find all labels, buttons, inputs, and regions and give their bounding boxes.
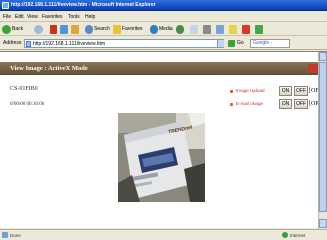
page-icon — [26, 41, 31, 47]
page-title: View Image : ActiveX Mode — [10, 65, 88, 72]
home-icon[interactable] — [71, 25, 79, 34]
search-icon[interactable] — [85, 25, 93, 34]
menu-bar: File Edit View Favorites Tools Help — [0, 12, 327, 22]
mail-icon[interactable] — [190, 25, 198, 34]
go-arrow-icon[interactable] — [228, 40, 235, 47]
menu-tools[interactable]: Tools — [68, 13, 80, 21]
refresh-icon[interactable] — [60, 25, 68, 34]
window-title: http://192.168.1.111/liveview.htm - Micr… — [11, 2, 156, 8]
address-label: Address — [3, 40, 22, 46]
status-bar: Done Internet — [0, 229, 327, 240]
search-label[interactable]: Search — [94, 26, 110, 33]
tool-icon[interactable] — [255, 25, 263, 34]
image-upload-off-button[interactable]: OFF — [294, 86, 308, 96]
live-video-view[interactable]: TRENDnet — [118, 113, 205, 202]
history-icon[interactable] — [176, 25, 184, 34]
media-label[interactable]: Media — [159, 26, 173, 33]
status-text: Done — [10, 233, 21, 238]
print-icon[interactable] — [203, 25, 211, 34]
view-image-header: View Image : ActiveX Mode — [0, 62, 318, 75]
address-dropdown-icon[interactable] — [217, 40, 224, 47]
address-input[interactable]: http://192.168.1.111/liveview.htm — [24, 39, 224, 48]
bullet-icon — [230, 103, 233, 106]
scroll-up-icon[interactable] — [319, 52, 327, 61]
address-bar: Address http://192.168.1.111/liveview.ht… — [0, 37, 327, 50]
back-arrow-icon[interactable] — [2, 25, 11, 34]
address-url[interactable]: http://192.168.1.111/liveview.htm — [33, 40, 105, 48]
toolbar: Back Search Favorites Media — [0, 23, 327, 36]
back-label[interactable]: Back — [12, 26, 23, 33]
image-upload-on-button[interactable]: ON — [279, 86, 292, 96]
vertical-scrollbar[interactable] — [318, 52, 327, 229]
ie-icon — [2, 2, 9, 9]
header-logo-icon — [308, 64, 318, 73]
status-zone: Internet — [290, 233, 306, 238]
scroll-down-icon[interactable] — [319, 219, 327, 228]
stop-icon[interactable] — [50, 25, 57, 34]
forward-arrow-icon[interactable] — [34, 25, 43, 34]
menu-file[interactable]: File — [3, 13, 11, 21]
bullet-icon — [230, 90, 233, 93]
page-content: View Image : ActiveX Mode CS-01FIB0 0/00… — [0, 51, 327, 229]
menu-help[interactable]: Help — [85, 13, 95, 21]
favorites-star-icon[interactable] — [113, 25, 121, 34]
camera-name: CS-01FIB0 — [10, 86, 38, 92]
folder-icon[interactable] — [229, 25, 237, 34]
internet-zone-icon — [282, 232, 288, 238]
menu-edit[interactable]: Edit — [15, 13, 24, 21]
favorites-label[interactable]: Favorites — [122, 26, 143, 33]
google-toolbar[interactable]: Google - — [250, 39, 290, 48]
menu-favorites[interactable]: Favorites — [42, 13, 63, 21]
status-page-icon — [2, 232, 8, 238]
menu-view[interactable]: View — [27, 13, 38, 21]
scroll-thumb[interactable] — [319, 62, 327, 212]
title-bar: http://192.168.1.111/liveview.htm - Micr… — [0, 0, 327, 11]
camera-timestamp: 0/00/00 00:16:06 — [10, 102, 45, 107]
email-image-off-button[interactable]: OFF — [294, 99, 308, 109]
image-upload-label: Image Upload — [236, 88, 265, 93]
messenger-icon[interactable] — [242, 25, 250, 34]
go-label[interactable]: Go — [237, 40, 244, 47]
edit-icon[interactable] — [216, 25, 224, 34]
browser-window: http://192.168.1.111/liveview.htm - Micr… — [0, 0, 327, 240]
email-image-label: E-mail Image — [236, 101, 264, 106]
media-icon[interactable] — [150, 25, 158, 34]
email-image-on-button[interactable]: ON — [279, 99, 292, 109]
google-label[interactable]: Google - — [253, 40, 272, 47]
